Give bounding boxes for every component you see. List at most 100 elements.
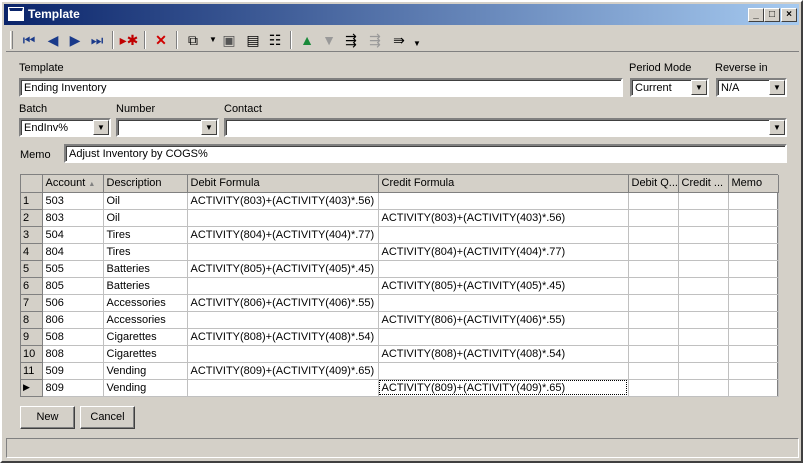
cell-debit-formula[interactable]: ACTIVITY(809)+(ACTIVITY(409)*.65) [187,362,379,380]
move-down-icon[interactable]: ▼ [318,30,340,50]
cell-credit-qty[interactable] [678,379,729,397]
cell-debit-formula[interactable]: ACTIVITY(804)+(ACTIVITY(404)*.77) [187,226,379,244]
cell-credit-formula[interactable] [378,294,629,312]
cell-memo[interactable] [728,379,779,397]
cell-debit-formula[interactable] [187,311,379,329]
previous-record-icon[interactable]: ◀ [42,30,64,50]
save-close-icon[interactable]: ▤ [242,30,264,50]
more-dropdown-icon[interactable]: ▼ [406,34,428,54]
cell-debit-qty[interactable] [628,192,679,210]
cell-memo[interactable] [728,294,779,312]
move-up-icon[interactable]: ▲ [296,30,318,50]
table-row[interactable]: 8 806 Accessories ACTIVITY(806)+(ACTIVITY(4… [21,311,779,329]
cell-memo[interactable] [728,345,779,363]
cell-credit-qty[interactable] [678,260,729,278]
cell-debit-formula[interactable]: ACTIVITY(808)+(ACTIVITY(408)*.54) [187,328,379,346]
cell-credit-qty[interactable] [678,345,729,363]
maximize-button[interactable]: □ [764,8,780,22]
table-row[interactable]: 5 505 Batteries ACTIVITY(805)+(ACTIVITY(405… [21,260,779,278]
column-header-description[interactable]: Description [103,175,188,193]
cell-account[interactable]: 804 [42,243,104,261]
table-row[interactable]: 10 808 Cigarettes ACTIVITY(808)+(ACTIVITY(4… [21,345,779,363]
close-button[interactable]: × [781,8,797,22]
cell-credit-formula[interactable]: ACTIVITY(806)+(ACTIVITY(406)*.55) [378,311,629,329]
cell-account[interactable]: 506 [42,294,104,312]
find-icon[interactable]: ⧉ [182,30,204,50]
cell-credit-formula[interactable] [378,192,629,210]
table-row[interactable]: ▶ 809 Vending ACTIVITY(809)+(ACTIVITY(409)*… [21,379,779,397]
cell-description[interactable]: Accessories [103,294,188,312]
cell-debit-qty[interactable] [628,362,679,380]
cell-memo[interactable] [728,311,779,329]
table-row[interactable]: 1 503 Oil ACTIVITY(803)+(ACTIVITY(403)*.56) [21,192,779,210]
cancel-button[interactable]: Cancel [80,406,135,429]
cell-debit-formula[interactable] [187,345,379,363]
column-header-debit-qty[interactable]: Debit Q... [628,175,679,193]
period-mode-select[interactable]: Current ▼ [630,78,709,97]
cell-credit-qty[interactable] [678,362,729,380]
cell-debit-qty[interactable] [628,277,679,295]
cell-credit-qty[interactable] [678,328,729,346]
cell-description[interactable]: Vending [103,379,188,397]
table-row[interactable]: 3 504 Tires ACTIVITY(804)+(ACTIVITY(404)*.7… [21,226,779,244]
cell-account[interactable]: 808 [42,345,104,363]
cell-description[interactable]: Tires [103,226,188,244]
table-row[interactable]: 6 805 Batteries ACTIVITY(805)+(ACTIVITY(405… [21,277,779,295]
remove-row-icon[interactable]: ⇶ [364,30,386,50]
cell-debit-qty[interactable] [628,226,679,244]
insert-row-icon[interactable]: ⇶ [340,30,362,50]
cell-credit-qty[interactable] [678,243,729,261]
cell-debit-formula[interactable] [187,379,379,397]
cell-credit-qty[interactable] [678,209,729,227]
cell-debit-qty[interactable] [628,243,679,261]
cell-debit-qty[interactable] [628,328,679,346]
column-header-credit-qty[interactable]: Credit ... [678,175,729,193]
batch-select[interactable]: EndInv% ▼ [19,118,111,137]
cell-credit-formula[interactable] [378,260,629,278]
save-icon[interactable]: ▣ [218,30,240,50]
cell-description[interactable]: Cigarettes [103,345,188,363]
cell-debit-qty[interactable] [628,345,679,363]
next-record-icon[interactable]: ▶ [64,30,86,50]
cell-credit-formula[interactable]: ACTIVITY(804)+(ACTIVITY(404)*.77) [378,243,629,261]
title-bar[interactable]: Template _ □ × [4,4,799,25]
cell-credit-qty[interactable] [678,294,729,312]
cell-memo[interactable] [728,243,779,261]
cell-description[interactable]: Oil [103,209,188,227]
table-row[interactable]: 7 506 Accessories ACTIVITY(806)+(ACTIVITY(4… [21,294,779,312]
table-row[interactable]: 11 509 Vending ACTIVITY(809)+(ACTIVITY(409)… [21,362,779,380]
cell-credit-qty[interactable] [678,311,729,329]
properties-icon[interactable]: ☷ [264,30,286,50]
contact-select[interactable]: ▼ [224,118,787,137]
last-record-icon[interactable]: ⏭ [86,30,108,50]
delete-icon[interactable]: ✕ [150,30,172,50]
new-record-icon[interactable]: ▸✱ [118,30,140,50]
cell-debit-qty[interactable] [628,311,679,329]
first-record-icon[interactable]: ⏮ [18,30,40,50]
cell-credit-formula[interactable] [378,362,629,380]
cell-account[interactable]: 508 [42,328,104,346]
cell-credit-formula[interactable]: ACTIVITY(805)+(ACTIVITY(405)*.45) [378,277,629,295]
cell-debit-qty[interactable] [628,260,679,278]
column-header-credit-formula[interactable]: Credit Formula [378,175,629,193]
cell-debit-qty[interactable] [628,379,679,397]
cell-account[interactable]: 509 [42,362,104,380]
chevron-down-icon[interactable]: ▼ [691,80,707,95]
cell-debit-formula[interactable]: ACTIVITY(806)+(ACTIVITY(406)*.55) [187,294,379,312]
cell-account[interactable]: 803 [42,209,104,227]
column-header-memo[interactable]: Memo [728,175,779,193]
cell-credit-qty[interactable] [678,192,729,210]
cell-credit-qty[interactable] [678,226,729,244]
cell-description[interactable]: Batteries [103,277,188,295]
cell-account[interactable]: 806 [42,311,104,329]
cell-memo[interactable] [728,192,779,210]
new-button[interactable]: New [20,406,75,429]
cell-credit-formula[interactable] [378,226,629,244]
cell-description[interactable]: Oil [103,192,188,210]
cell-memo[interactable] [728,362,779,380]
template-input[interactable]: Ending Inventory [19,78,623,97]
cell-account[interactable]: 505 [42,260,104,278]
chevron-down-icon[interactable]: ▼ [769,80,785,95]
minimize-button[interactable]: _ [748,8,764,22]
cell-debit-formula[interactable]: ACTIVITY(805)+(ACTIVITY(405)*.45) [187,260,379,278]
